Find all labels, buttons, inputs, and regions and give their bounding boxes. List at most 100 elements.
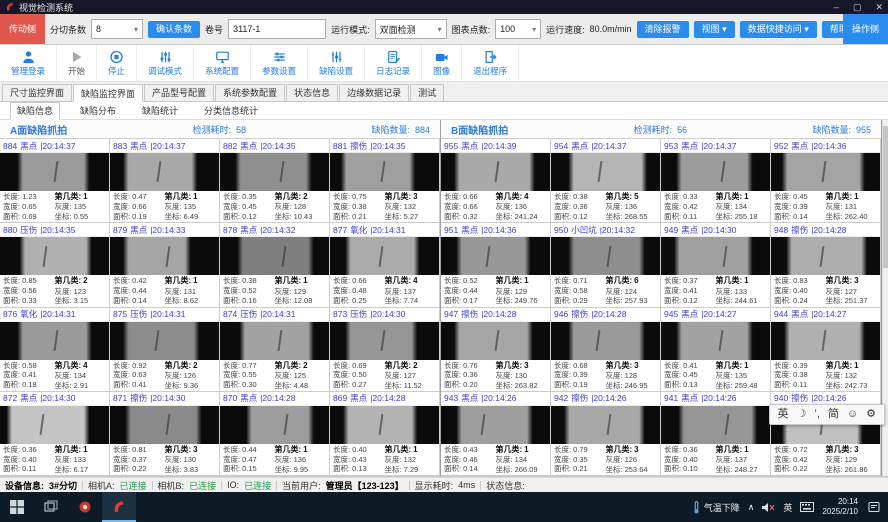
defect-image[interactable] [0, 406, 109, 444]
ime-night-mode[interactable]: ☽ [797, 409, 807, 420]
defect-image[interactable] [661, 237, 770, 275]
defect-image[interactable] [330, 153, 439, 191]
defect-cell[interactable]: 951 黑点 |20:14:36 长度:0.52 宽度:0.44 面积:0.17… [441, 223, 551, 307]
defect-image[interactable] [220, 153, 329, 191]
roll-number-input[interactable]: 3117-1 [228, 19, 326, 39]
defect-cell[interactable]: 879 黑点 |20:14:33 长度:0.42 宽度:0.44 面积:0.14… [110, 223, 220, 307]
defect-image[interactable] [771, 322, 880, 360]
defect-cell[interactable]: 880 压伤 |20:14:35 长度:0.85 宽度:0.56 面积:0.33… [0, 223, 110, 307]
drive-side-button[interactable]: 传动侧 [0, 14, 45, 44]
start-button[interactable]: 开始 [57, 45, 97, 81]
tab-edge-data-record[interactable]: 边缘数据记录 [339, 84, 409, 101]
defect-cell[interactable]: 945 黑点 |20:14:27 长度:0.41 宽度:0.45 面积:0.13… [661, 308, 771, 392]
tab-size-monitor[interactable]: 尺寸监控界面 [2, 84, 72, 101]
defect-cell[interactable]: 950 小凹坑 |20:14:32 长度:0.71 宽度:0.58 面积:0.2… [551, 223, 661, 307]
defect-cell[interactable]: 875 压伤 |20:14:31 长度:0.92 宽度:0.63 面积:0.41… [110, 308, 220, 392]
ime-settings[interactable]: ⚙ [866, 409, 876, 420]
defect-image[interactable] [551, 153, 660, 191]
defect-image[interactable] [441, 406, 550, 444]
run-mode-select[interactable]: 双面检测 ▾ [375, 19, 447, 39]
defect-cell[interactable]: 955 黑点 |20:14:39 长度:0.66 宽度:0.66 面积:0.32… [441, 139, 551, 223]
defect-image[interactable] [441, 322, 550, 360]
start-button[interactable] [0, 492, 34, 522]
defect-cell[interactable]: 942 擦伤 |20:14:26 长度:0.79 宽度:0.35 面积:0.21… [551, 392, 661, 476]
defect-cell[interactable]: 884 黑点 |20:14:37 长度:1.23 宽度:0.65 面积:0.69… [0, 139, 110, 223]
defect-image[interactable] [661, 322, 770, 360]
admin-login-button[interactable]: 管理登录 [0, 45, 57, 81]
stop-button[interactable]: 停止 [97, 45, 137, 81]
tab-defect-monitor[interactable]: 缺陷监控界面 [73, 84, 143, 102]
tray-expand-caret[interactable]: ∧ [748, 502, 755, 513]
defect-cell[interactable]: 954 黑点 |20:14:37 长度:0.38 宽度:0.36 面积:0.12… [551, 139, 661, 223]
defect-image[interactable] [330, 406, 439, 444]
ime-lang-toggle[interactable]: 英 [778, 409, 789, 420]
defect-cell[interactable]: 943 黑点 |20:14:26 长度:0.43 宽度:0.46 面积:0.14… [441, 392, 551, 476]
defect-cell[interactable]: 869 黑点 |20:14:28 长度:0.40 宽度:0.43 面积:0.13… [330, 392, 440, 476]
defect-image[interactable] [330, 237, 439, 275]
defect-image[interactable] [551, 237, 660, 275]
defect-image[interactable] [330, 322, 439, 360]
defect-image[interactable] [771, 237, 880, 275]
defect-image[interactable] [110, 322, 219, 360]
touch-keyboard-icon[interactable] [800, 502, 814, 512]
debug-mode-button[interactable]: 调试模式 [137, 45, 194, 81]
defect-cell[interactable]: 944 黑点 |20:14:27 长度:0.39 宽度:0.38 面积:0.11… [771, 308, 881, 392]
tab-product-model-config[interactable]: 产品型号配置 [144, 84, 214, 101]
defect-image[interactable] [0, 153, 109, 191]
log-record-button[interactable]: 日志记录 [365, 45, 422, 81]
defect-image[interactable] [551, 322, 660, 360]
defect-cell[interactable]: 876 氧化 |20:14:31 长度:0.58 宽度:0.41 面积:0.18… [0, 308, 110, 392]
tab-system-param-config[interactable]: 系统参数配置 [215, 84, 285, 101]
defect-cell[interactable]: 941 黑点 |20:14:26 长度:0.36 宽度:0.40 面积:0.10… [661, 392, 771, 476]
defect-cell[interactable]: 878 黑点 |20:14:32 长度:0.38 宽度:0.52 面积:0.16… [220, 223, 330, 307]
defect-image[interactable] [220, 237, 329, 275]
defect-image[interactable] [661, 406, 770, 444]
weather-widget[interactable]: 气温下降 [692, 501, 740, 514]
subtab-defect-stats[interactable]: 缺陷统计 [136, 103, 184, 119]
defect-cell[interactable]: 871 擦伤 |20:14:30 长度:0.81 宽度:0.37 面积:0.22… [110, 392, 220, 476]
minimize-button[interactable]: – [834, 3, 839, 12]
defect-image[interactable] [110, 237, 219, 275]
close-button[interactable]: ✕ [875, 3, 883, 12]
defect-cell[interactable]: 877 氧化 |20:14:31 长度:0.66 宽度:0.48 面积:0.25… [330, 223, 440, 307]
confirm-count-button[interactable]: 确认条数 [148, 21, 200, 38]
defect-cell[interactable]: 949 黑点 |20:14:30 长度:0.37 宽度:0.41 面积:0.12… [661, 223, 771, 307]
defect-cell[interactable]: 883 黑点 |20:14:37 长度:0.47 宽度:0.66 面积:0.19… [110, 139, 220, 223]
chart-points-select[interactable]: 100 ▾ [495, 19, 541, 39]
defect-cell[interactable]: 948 擦伤 |20:14:28 长度:0.83 宽度:0.40 面积:0.24… [771, 223, 881, 307]
pinned-app-button[interactable] [68, 492, 102, 522]
defect-image[interactable] [110, 406, 219, 444]
tab-test[interactable]: 测试 [410, 84, 444, 101]
defect-image[interactable] [0, 322, 109, 360]
volume-muted-icon[interactable] [762, 502, 775, 513]
subtab-class-info-stats[interactable]: 分类信息统计 [198, 103, 264, 119]
slit-count-select[interactable]: 8 ▾ [91, 19, 143, 39]
ime-emoji[interactable]: ☺ [847, 409, 858, 420]
defect-cell[interactable]: 947 擦伤 |20:14:28 长度:0.76 宽度:0.36 面积:0.20… [441, 308, 551, 392]
scrollbar-thumb[interactable] [883, 126, 888, 268]
view-menu-button[interactable]: 视图 ▾ [694, 21, 735, 38]
defect-image[interactable] [0, 237, 109, 275]
defect-cell[interactable]: 873 压伤 |20:14:30 长度:0.69 宽度:0.50 面积:0.27… [330, 308, 440, 392]
defect-image[interactable] [661, 153, 770, 191]
image-button[interactable]: 图像 [422, 45, 462, 81]
defect-cell[interactable]: 946 擦伤 |20:14:28 长度:0.68 宽度:0.39 面积:0.19… [551, 308, 661, 392]
exit-program-button[interactable]: 退出程序 [462, 45, 519, 81]
maximize-button[interactable]: ▢ [853, 3, 862, 12]
task-view-button[interactable] [34, 492, 68, 522]
operator-side-button[interactable]: 操作侧 [843, 14, 888, 44]
subtab-defect-info[interactable]: 缺陷信息 [10, 102, 60, 120]
param-settings-button[interactable]: 参数设置 [251, 45, 308, 81]
defect-image[interactable] [220, 406, 329, 444]
ime-language-indicator[interactable]: 英 [783, 501, 792, 514]
action-center-button[interactable] [866, 499, 882, 515]
defect-image[interactable] [441, 153, 550, 191]
system-config-button[interactable]: 系统配置 [194, 45, 251, 81]
defect-cell[interactable]: 881 擦伤 |20:14:35 长度:0.75 宽度:0.38 面积:0.21… [330, 139, 440, 223]
data-quick-access-menu-button[interactable]: 数据快捷访问 ▾ [740, 21, 817, 38]
defect-cell[interactable]: 870 黑点 |20:14:28 长度:0.44 宽度:0.47 面积:0.15… [220, 392, 330, 476]
subtab-defect-distribution[interactable]: 缺陷分布 [74, 103, 122, 119]
defect-cell[interactable]: 952 黑点 |20:14:36 长度:0.45 宽度:0.39 面积:0.14… [771, 139, 881, 223]
defect-image[interactable] [220, 322, 329, 360]
defect-cell[interactable]: 953 黑点 |20:14:37 长度:0.33 宽度:0.42 面积:0.11… [661, 139, 771, 223]
